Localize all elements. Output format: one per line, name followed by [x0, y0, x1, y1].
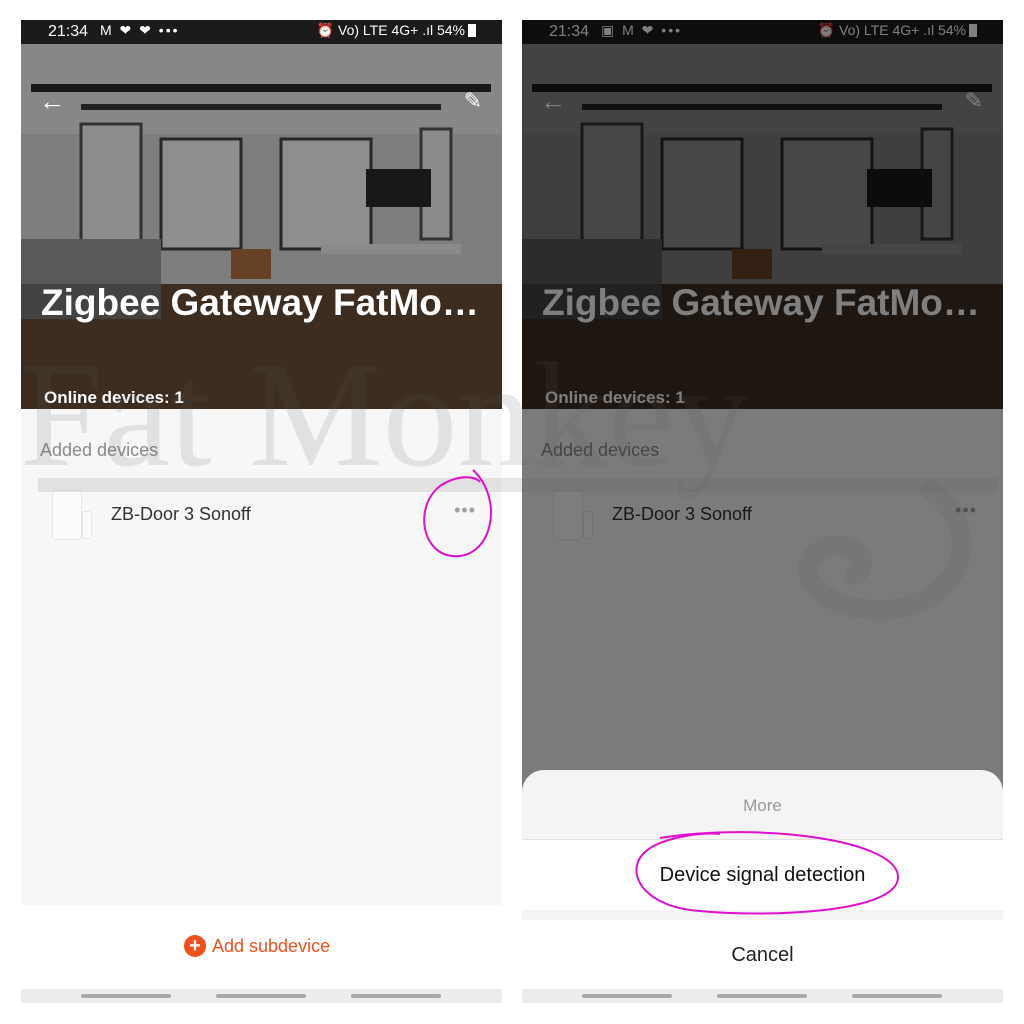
notification-icons: M ❤ ❤ •••	[100, 22, 180, 38]
status-time: 21:34	[48, 23, 89, 40]
device-name: ZB-Door 3 Sonoff	[111, 504, 251, 524]
phone-screen-right: 21:34 ▣ M ❤ ••• ⏰ Vo) LTE 4G+ .ıl 54% ← …	[522, 20, 1003, 1003]
plus-circle-icon: +	[184, 935, 206, 957]
nav-pill	[351, 994, 441, 998]
add-subdevice-button[interactable]: + Add subdevice	[184, 935, 330, 957]
nav-pill	[216, 994, 306, 998]
add-subdevice-label: Add subdevice	[212, 935, 331, 956]
device-row[interactable]: ZB-Door 3 Sonoff •••	[21, 482, 502, 546]
phone-screen-left: 21:34 M ❤ ❤ ••• ⏰ Vo) LTE 4G+ .ıl 54% ← …	[21, 20, 502, 1003]
status-bar: 21:34 M ❤ ❤ ••• ⏰ Vo) LTE 4G+ .ıl 54%	[21, 20, 502, 44]
nav-pill	[582, 994, 672, 998]
online-devices-count: Online devices: 1	[44, 388, 184, 407]
room-photo	[21, 44, 502, 409]
hub-title: Zigbee Gateway FatMonkey	[41, 282, 496, 323]
added-devices-label: Added devices	[40, 440, 159, 460]
cancel-button[interactable]: Cancel	[522, 920, 1003, 990]
battery-icon	[468, 24, 476, 37]
more-action-sheet: More Device signal detection Cancel	[522, 770, 1003, 1003]
nav-pill	[852, 994, 942, 998]
edit-pencil-icon[interactable]: ✎	[464, 88, 482, 114]
more-options-icon[interactable]: •••	[454, 500, 476, 521]
hub-header: ← ✎ Zigbee Gateway FatMonkey Online devi…	[21, 44, 502, 409]
device-signal-detection-option[interactable]: Device signal detection	[522, 840, 1003, 910]
system-status: ⏰ Vo) LTE 4G+ .ıl 54%	[317, 22, 476, 39]
back-arrow-icon[interactable]: ←	[39, 86, 65, 117]
sheet-title: More	[743, 796, 782, 815]
nav-pill	[81, 994, 171, 998]
door-sensor-icon	[52, 490, 92, 540]
bottom-action-area: + Add subdevice	[21, 905, 502, 989]
gesture-nav-bar	[21, 989, 502, 1003]
nav-pill	[717, 994, 807, 998]
gesture-nav-bar	[522, 989, 1003, 1003]
